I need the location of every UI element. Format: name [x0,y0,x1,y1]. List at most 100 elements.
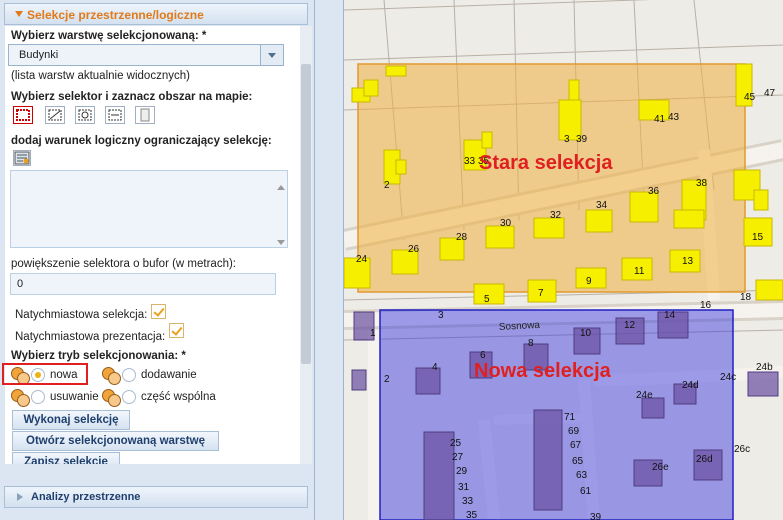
svg-text:63: 63 [576,470,588,481]
svg-text:29: 29 [456,466,468,477]
svg-text:28: 28 [456,232,468,243]
condition-textarea[interactable] [10,170,288,248]
svg-text:30: 30 [500,218,512,229]
mode-add-icon [101,364,121,385]
line-selector-icon[interactable] [105,106,125,124]
svg-text:38: 38 [696,178,708,189]
footer-title: Analizy przestrzenne [31,491,141,503]
buffer-input[interactable]: 0 [10,273,276,295]
svg-text:7: 7 [538,288,544,299]
svg-text:Sosnowa: Sosnowa [499,320,541,333]
selector-label: Wybierz selektor i zaznacz obszar na map… [11,91,253,103]
panel-splitter[interactable] [315,0,344,520]
mode-common-label: część wspólna [141,391,216,403]
svg-text:3: 3 [438,310,444,321]
svg-text:8: 8 [528,338,534,349]
svg-text:10: 10 [580,328,592,339]
svg-text:39: 39 [576,134,588,145]
svg-text:26d: 26d [696,454,713,465]
svg-text:16: 16 [700,300,712,311]
svg-text:14: 14 [664,310,676,321]
open-layer-button[interactable]: Otwórz selekcjonowaną warstwę [12,431,219,451]
mode-remove-radio[interactable] [31,390,45,404]
section-header-selections[interactable]: Selekcje przestrzenne/logiczne [4,3,308,25]
instant-presentation-label: Natychmiastowa prezentacja: [15,331,166,343]
svg-text:35: 35 [466,510,478,520]
save-selection-button[interactable]: Zapisz selekcję [12,452,120,464]
highlight-frame [2,363,88,385]
svg-text:33: 33 [464,156,476,167]
chevron-down-icon[interactable] [260,45,283,65]
section-title: Selekcje przestrzenne/logiczne [27,8,204,22]
rectangle-selector-icon[interactable] [13,106,33,124]
svg-text:65: 65 [572,456,584,467]
svg-text:1: 1 [370,328,376,339]
condition-label: dodaj warunek logiczny ograniczający sel… [11,135,272,147]
textarea-scroll-icon[interactable] [277,185,285,245]
expand-triangle-icon[interactable] [17,493,23,501]
map-canvas[interactable]: 45 47 41 43 3 39 33 35 236 3815 2426 2830 32… [344,0,783,520]
svg-text:13: 13 [682,256,694,267]
svg-text:3: 3 [564,134,570,145]
svg-text:26c: 26c [734,444,750,455]
instant-presentation-checkbox[interactable] [169,323,184,338]
svg-text:24c: 24c [720,372,736,383]
buffer-label: powiększenie selektora o bufor (w metrac… [11,258,236,270]
svg-text:24e: 24e [636,390,653,401]
svg-text:43: 43 [668,112,680,123]
svg-text:36: 36 [648,186,660,197]
selection-panel: Selekcje przestrzenne/logiczne Wybierz w… [0,0,315,520]
svg-text:32: 32 [550,210,562,221]
mode-remove-label: usuwanie [50,391,99,403]
svg-text:39: 39 [590,512,602,520]
svg-text:5: 5 [484,294,490,305]
svg-text:71: 71 [564,412,576,423]
svg-text:24b: 24b [756,362,773,373]
svg-text:2: 2 [384,180,390,191]
circle-selector-icon[interactable] [75,106,95,124]
mode-add-radio[interactable] [122,368,136,382]
svg-text:25: 25 [450,438,462,449]
svg-text:67: 67 [570,440,582,451]
layer-label: Wybierz warstwę selekcjonowaną: * [11,30,207,42]
svg-text:31: 31 [458,482,470,493]
svg-text:47: 47 [764,88,776,99]
instant-selection-label: Natychmiastowa selekcja: [15,309,148,321]
svg-text:27: 27 [452,452,464,463]
svg-text:45: 45 [744,92,756,103]
mode-label: Wybierz tryb selekcjonowania: * [11,350,186,362]
layer-select-value: Budynki [19,49,59,61]
layer-select[interactable]: Budynki [8,44,284,66]
mode-common-icon [101,386,121,407]
add-condition-icon[interactable] [13,150,31,166]
svg-text:26: 26 [408,244,420,255]
layer-note: (lista warstw aktualnie widocznych) [11,70,190,82]
mode-remove-icon [10,386,30,407]
svg-text:61: 61 [580,486,592,497]
svg-text:15: 15 [752,232,764,243]
svg-text:4: 4 [432,362,438,373]
mode-common-radio[interactable] [122,390,136,404]
svg-text:69: 69 [568,426,580,437]
svg-text:41: 41 [654,114,666,125]
svg-text:9: 9 [586,276,592,287]
svg-text:11: 11 [634,266,645,277]
svg-text:24: 24 [356,254,368,265]
panel-scrollbar[interactable] [300,26,312,464]
clear-selector-icon[interactable] [135,106,155,124]
old-selection-label: Stara selekcja [479,152,613,174]
svg-text:2: 2 [384,374,390,385]
panel-scrollbar-thumb[interactable] [301,64,311,364]
svg-text:34: 34 [596,200,608,211]
execute-selection-button[interactable]: Wykonaj selekcję [12,410,130,430]
svg-text:33: 33 [462,496,474,507]
collapse-triangle-icon[interactable] [15,11,23,17]
map-view[interactable]: 45 47 41 43 3 39 33 35 2 36 38 15 24 26 28 30 32… [344,0,783,520]
panel-body: Wybierz warstwę selekcjonowaną: * Budynk… [5,26,300,464]
section-header-analyses[interactable]: Analizy przestrzenne [4,486,308,508]
instant-selection-checkbox[interactable] [151,304,166,319]
polygon-selector-icon[interactable] [45,106,65,124]
svg-text:26e: 26e [652,462,669,473]
svg-text:18: 18 [740,292,752,303]
svg-text:24d: 24d [682,380,699,391]
